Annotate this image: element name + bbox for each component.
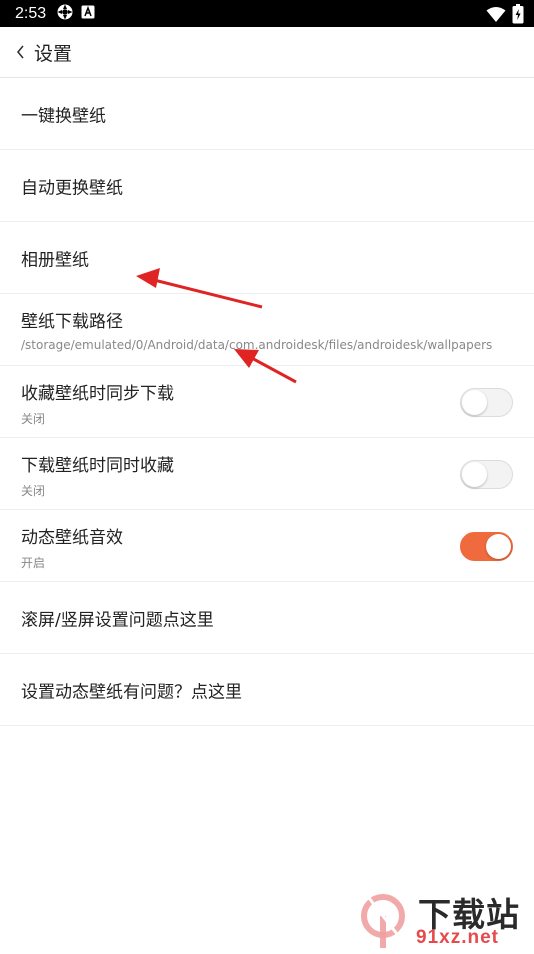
setting-subtitle: 关闭 xyxy=(21,484,46,498)
setting-title: 滚屏/竖屏设置问题点这里 xyxy=(21,610,214,630)
setting-title: 下载壁纸时同时收藏 xyxy=(21,456,174,476)
chevron-left-icon[interactable] xyxy=(12,42,28,62)
setting-one-click-wallpaper[interactable]: 一键换壁纸 xyxy=(0,78,534,150)
setting-title: 自动更换壁纸 xyxy=(21,178,123,198)
toggle-knob xyxy=(462,462,487,487)
setting-title: 相册壁纸 xyxy=(21,250,89,270)
toggle-switch[interactable] xyxy=(460,532,513,561)
setting-auto-change-wallpaper[interactable]: 自动更换壁纸 xyxy=(0,150,534,222)
setting-live-wallpaper-sound: 动态壁纸音效 开启 xyxy=(0,510,534,582)
settings-gear-icon xyxy=(56,3,74,25)
page-title: 设置 xyxy=(34,42,73,65)
setting-title: 一键换壁纸 xyxy=(21,106,106,126)
setting-title: 动态壁纸音效 xyxy=(21,528,123,548)
status-time: 2:53 xyxy=(15,4,47,22)
setting-favorite-on-download: 下载壁纸时同时收藏 关闭 xyxy=(0,438,534,510)
toggle-knob xyxy=(462,390,487,415)
battery-icon xyxy=(512,4,524,28)
status-bar: 2:53 xyxy=(0,0,534,27)
setting-title: 收藏壁纸时同步下载 xyxy=(21,384,174,404)
settings-list: 一键换壁纸 自动更换壁纸 相册壁纸 壁纸下载路径 /storage/emulat… xyxy=(0,78,534,726)
toggle-switch[interactable] xyxy=(460,388,513,417)
setting-title: 壁纸下载路径 xyxy=(21,312,123,332)
setting-download-path[interactable]: 壁纸下载路径 /storage/emulated/0/Android/data/… xyxy=(0,294,534,366)
setting-title: 设置动态壁纸有问题？点这里 xyxy=(21,682,242,702)
a-notification-icon xyxy=(81,4,95,23)
toggle-switch[interactable] xyxy=(460,460,513,489)
setting-subtitle: 开启 xyxy=(21,556,46,570)
watermark-url: 91xz.net xyxy=(416,927,499,948)
watermark: 下载站 91xz.net xyxy=(354,888,534,950)
setting-scroll-orientation-help[interactable]: 滚屏/竖屏设置问题点这里 xyxy=(0,582,534,654)
wifi-icon xyxy=(486,6,506,27)
setting-album-wallpaper[interactable]: 相册壁纸 xyxy=(0,222,534,294)
toggle-knob xyxy=(486,534,511,559)
setting-subtitle: 关闭 xyxy=(21,412,46,426)
setting-sync-download-on-favorite: 收藏壁纸时同步下载 关闭 xyxy=(0,366,534,438)
app-header: 设置 xyxy=(0,27,534,78)
setting-live-wallpaper-help[interactable]: 设置动态壁纸有问题？点这里 xyxy=(0,654,534,726)
setting-subtitle: /storage/emulated/0/Android/data/com.and… xyxy=(21,338,493,352)
